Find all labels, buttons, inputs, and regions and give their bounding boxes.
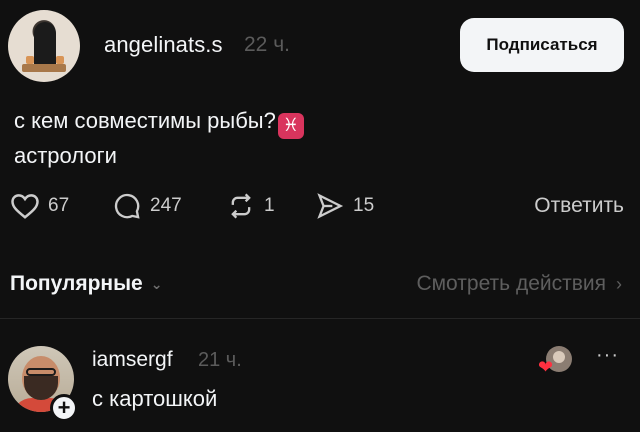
view-activity-label: Смотреть действия <box>416 272 606 295</box>
view-activity-link[interactable]: Смотреть действия › <box>416 272 622 296</box>
chevron-right-icon: › <box>616 273 622 294</box>
share-count: 15 <box>353 195 375 216</box>
avatar-beard <box>24 376 58 400</box>
follow-plus-button[interactable]: + <box>50 394 78 422</box>
heart-icon: ❤ <box>538 357 554 377</box>
post-text-line-1: с кем совместимы рыбы? ♓ <box>14 104 304 139</box>
share-button[interactable]: 15 <box>315 186 374 226</box>
divider <box>0 318 640 319</box>
chevron-down-icon: ⌄ <box>150 275 163 292</box>
reply-item: + iamsergf 21 ч. с картошкой ❤ ··· <box>0 330 640 432</box>
post-header: angelinats.s 22 ч. Подписаться <box>0 0 640 96</box>
avatar-cup <box>26 56 34 64</box>
reply-button[interactable]: 247 <box>112 186 182 226</box>
heart-icon <box>11 194 39 219</box>
post-text: с кем совместимы рыбы? ♓ астрологи <box>14 104 304 172</box>
post-time: 22 ч. <box>244 33 290 56</box>
author-avatar[interactable] <box>8 10 80 82</box>
like-button[interactable]: 67 <box>10 186 69 226</box>
post-text-content: с кем совместимы рыбы? <box>14 108 276 133</box>
subscribe-button[interactable]: Подписаться <box>460 18 624 72</box>
pisces-emoji-icon: ♓ <box>277 113 304 139</box>
liked-by-author-indicator: ❤ <box>536 344 576 378</box>
repost-icon <box>231 193 251 219</box>
repost-count: 1 <box>264 195 275 216</box>
replies-filter-bar: Популярные ⌄ Смотреть действия › <box>0 264 640 308</box>
like-count: 67 <box>48 195 70 216</box>
avatar-figure <box>34 22 56 68</box>
author-username[interactable]: angelinats.s <box>104 32 223 58</box>
post-actions: 67 247 1 15 Ответить <box>0 186 640 230</box>
send-icon <box>317 193 344 219</box>
repost-button[interactable]: 1 <box>226 186 275 226</box>
avatar-table <box>22 64 66 72</box>
sort-label: Популярные <box>10 272 143 295</box>
reply-count: 247 <box>150 195 182 216</box>
answer-button[interactable]: Ответить <box>534 186 624 226</box>
comment-icon <box>114 193 140 219</box>
sort-dropdown[interactable]: Популярные ⌄ <box>10 272 162 296</box>
reply-time: 21 ч. <box>198 349 242 371</box>
reply-text: с картошкой <box>92 386 218 411</box>
avatar-cup <box>56 56 64 64</box>
post-text-line-2: астрологи <box>14 143 117 168</box>
more-options-button[interactable]: ··· <box>596 344 619 367</box>
avatar-glasses <box>26 368 56 376</box>
reply-author-username[interactable]: iamsergf <box>92 348 173 372</box>
